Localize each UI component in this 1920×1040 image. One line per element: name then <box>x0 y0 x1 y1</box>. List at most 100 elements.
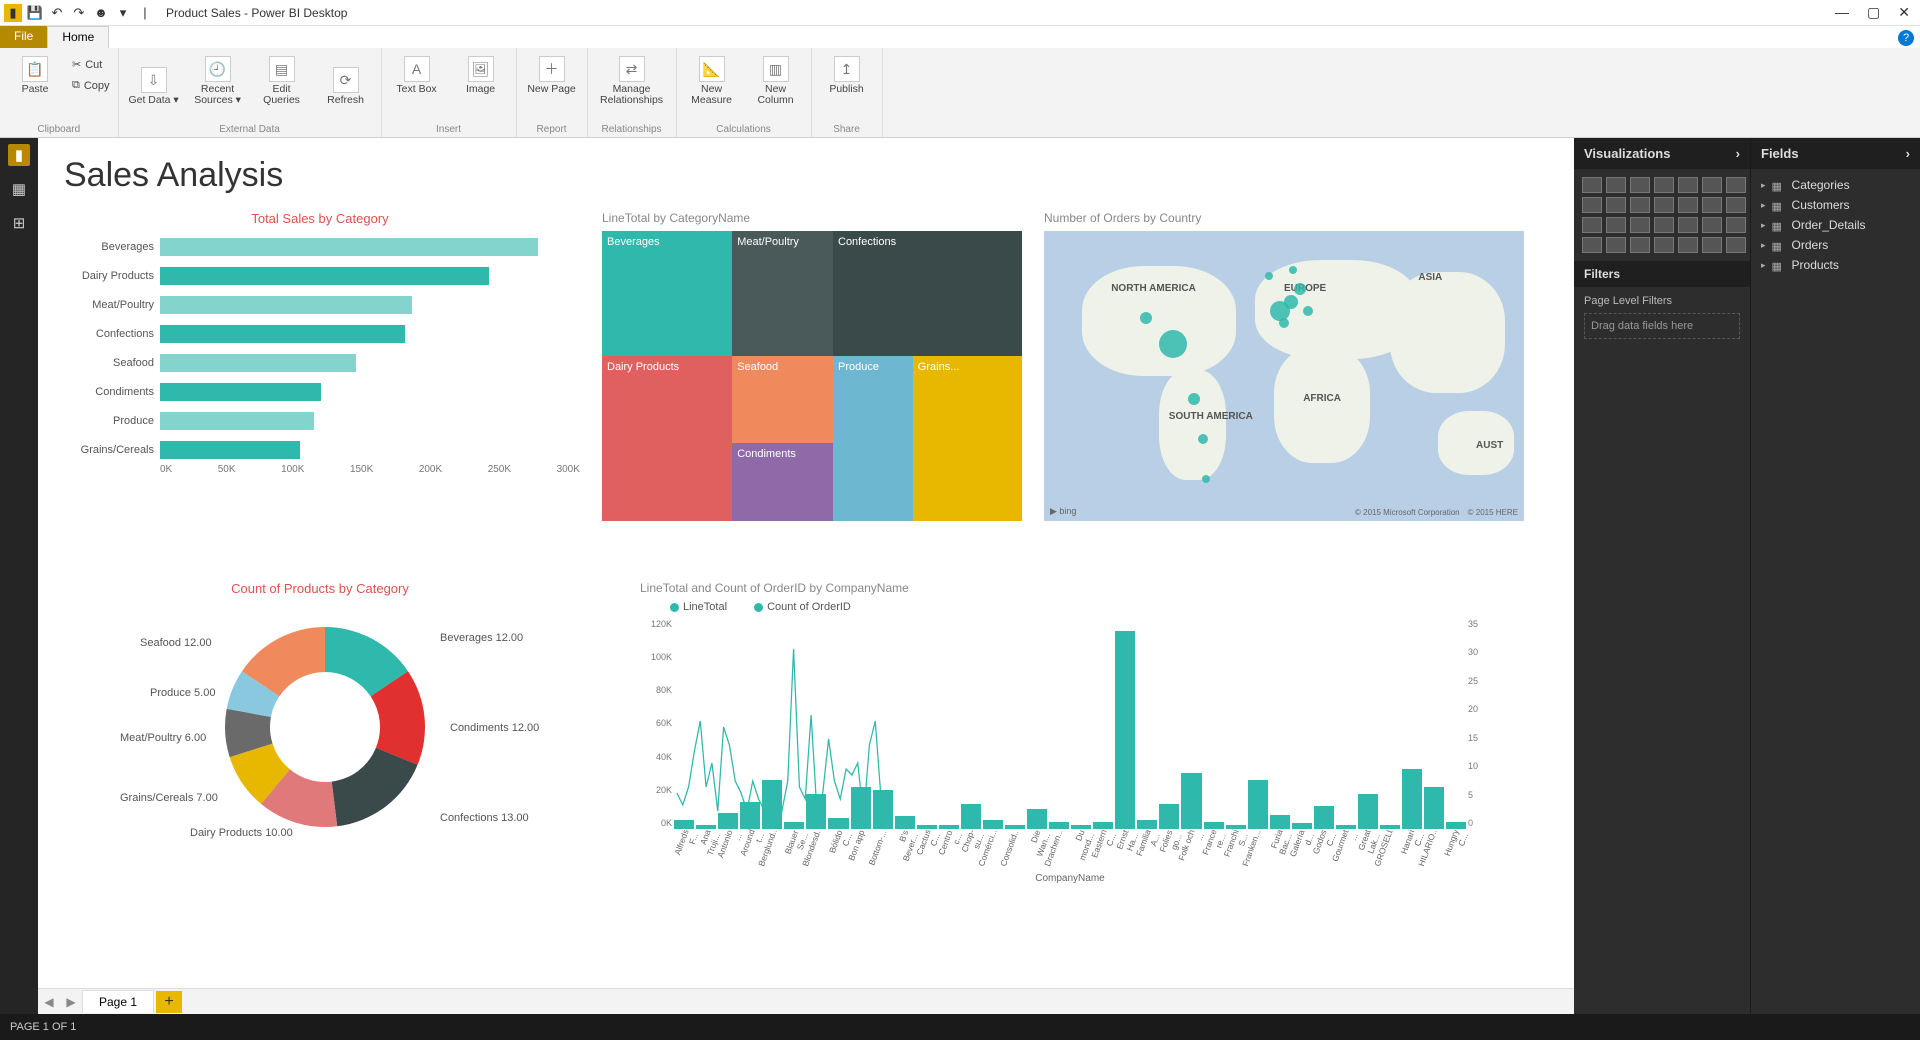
viz-type-icon[interactable] <box>1582 177 1602 193</box>
combo-bar[interactable] <box>1358 794 1378 829</box>
viz-type-icon[interactable] <box>1726 217 1746 233</box>
bar-row[interactable]: Meat/Poultry <box>60 290 580 319</box>
close-button[interactable]: ✕ <box>1898 4 1910 21</box>
combo-bar[interactable] <box>1159 804 1179 829</box>
combo-bar[interactable] <box>1270 815 1290 829</box>
combo-bar[interactable] <box>1181 773 1201 829</box>
bar-row[interactable]: Produce <box>60 406 580 435</box>
tab-home[interactable]: Home <box>47 26 109 48</box>
combo-bar[interactable] <box>1402 769 1422 829</box>
treemap-cell[interactable]: Seafood <box>732 356 833 443</box>
viz-type-icon[interactable] <box>1630 197 1650 213</box>
treemap-cell[interactable]: Dairy Products <box>602 356 732 521</box>
field-table-row[interactable]: ▸Orders <box>1755 235 1916 255</box>
combo-bar[interactable] <box>1115 631 1135 829</box>
viz-type-icon[interactable] <box>1606 237 1626 253</box>
new-measure-button[interactable]: 📐New Measure <box>685 52 739 106</box>
viz-type-icon[interactable] <box>1726 177 1746 193</box>
viz-type-icon[interactable] <box>1582 217 1602 233</box>
combo-bar[interactable] <box>1446 822 1466 829</box>
page-tab-1[interactable]: Page 1 <box>82 990 154 1013</box>
map-body[interactable]: NORTH AMERICA SOUTH AMERICA EUROPE AFRIC… <box>1044 231 1524 521</box>
manage-relationships-button[interactable]: ⇄Manage Relationships <box>596 52 668 106</box>
bar-row[interactable]: Confections <box>60 319 580 348</box>
report-view-icon[interactable]: ▮ <box>8 144 30 166</box>
viz-type-icon[interactable] <box>1702 237 1722 253</box>
text-box-button[interactable]: AText Box <box>390 52 444 95</box>
qat-undo-icon[interactable]: ↶ <box>48 4 66 22</box>
bar-row[interactable]: Seafood <box>60 348 580 377</box>
new-page-button[interactable]: ＋New Page <box>525 52 579 95</box>
edit-queries-button[interactable]: ▤Edit Queries <box>255 52 309 106</box>
copy-button[interactable]: ⧉Copy <box>72 77 110 94</box>
viz-type-icon[interactable] <box>1702 217 1722 233</box>
donut-slice[interactable] <box>332 748 418 826</box>
viz-type-icon[interactable] <box>1582 197 1602 213</box>
viz-type-icon[interactable] <box>1606 217 1626 233</box>
combo-bar[interactable] <box>1292 823 1312 828</box>
fields-header[interactable]: Fields› <box>1751 138 1920 169</box>
image-button[interactable]: 🖼Image <box>454 52 508 95</box>
combo-bar[interactable] <box>1314 806 1334 829</box>
combo-bar[interactable] <box>961 804 981 829</box>
model-view-icon[interactable]: ⊞ <box>8 212 30 234</box>
combo-bar[interactable] <box>1248 780 1268 829</box>
chevron-right-icon[interactable]: › <box>1906 146 1910 161</box>
combo-bar[interactable] <box>1204 822 1224 829</box>
filters-dropzone[interactable]: Drag data fields here <box>1584 313 1740 339</box>
combo-bar[interactable] <box>1071 825 1091 829</box>
report-canvas[interactable]: Sales Analysis Total Sales by Category B… <box>38 138 1574 1014</box>
viz-type-icon[interactable] <box>1702 197 1722 213</box>
treemap-cell[interactable]: Produce <box>833 356 913 521</box>
chevron-right-icon[interactable]: › <box>1736 146 1740 161</box>
combo-bar[interactable] <box>1336 825 1356 829</box>
page-prev-button[interactable]: ◀ <box>38 995 60 1009</box>
field-table-row[interactable]: ▸Customers <box>1755 195 1916 215</box>
viz-type-icon[interactable] <box>1630 177 1650 193</box>
tab-file[interactable]: File <box>0 26 47 48</box>
new-column-button[interactable]: ▥New Column <box>749 52 803 106</box>
publish-button[interactable]: ↥Publish <box>820 52 874 95</box>
field-table-row[interactable]: ▸Products <box>1755 255 1916 275</box>
recent-sources-button[interactable]: 🕘Recent Sources ▾ <box>191 52 245 106</box>
minimize-button[interactable]: — <box>1835 4 1849 21</box>
combo-bar[interactable] <box>1093 822 1113 829</box>
qat-save-icon[interactable]: 💾 <box>26 4 44 22</box>
viz-type-icon[interactable] <box>1726 237 1746 253</box>
treemap-cell[interactable]: Condiments <box>732 443 833 521</box>
viz-total-sales-by-category[interactable]: Total Sales by Category Beverages Dairy … <box>60 211 580 521</box>
viz-donut-products-by-category[interactable]: Count of Products by Category Beverages … <box>60 581 580 941</box>
combo-bar[interactable] <box>1226 825 1246 829</box>
add-page-button[interactable]: + <box>156 991 182 1013</box>
combo-bar[interactable] <box>1380 825 1400 829</box>
treemap-cell[interactable]: Grains... <box>913 356 1022 521</box>
bar-row[interactable]: Beverages <box>60 232 580 261</box>
qat-redo-icon[interactable]: ↷ <box>70 4 88 22</box>
bar-row[interactable]: Dairy Products <box>60 261 580 290</box>
viz-combo-company[interactable]: LineTotal and Count of OrderID by Compan… <box>640 581 1500 941</box>
get-data-button[interactable]: ⇩Get Data ▾ <box>127 52 181 106</box>
viz-type-icon[interactable] <box>1654 177 1674 193</box>
combo-bar[interactable] <box>917 825 937 829</box>
page-next-button[interactable]: ▶ <box>60 995 82 1009</box>
combo-bar[interactable] <box>983 820 1003 829</box>
bar-row[interactable]: Grains/Cereals <box>60 435 580 464</box>
treemap-cell[interactable]: Confections <box>833 231 1022 356</box>
viz-type-icon[interactable] <box>1630 217 1650 233</box>
combo-bar[interactable] <box>1424 787 1444 829</box>
viz-type-icon[interactable] <box>1678 217 1698 233</box>
bar-row[interactable]: Condiments <box>60 377 580 406</box>
viz-map-orders-by-country[interactable]: Number of Orders by Country NORTH AMERIC… <box>1044 211 1524 521</box>
data-view-icon[interactable]: ▦ <box>8 178 30 200</box>
field-table-row[interactable]: ▸Categories <box>1755 175 1916 195</box>
treemap-cell[interactable]: Beverages <box>602 231 732 356</box>
viz-type-icon[interactable] <box>1654 217 1674 233</box>
refresh-button[interactable]: ⟳Refresh <box>319 52 373 106</box>
combo-bar[interactable] <box>895 816 915 828</box>
viz-treemap-linetotal[interactable]: LineTotal by CategoryName BeveragesDairy… <box>602 211 1022 521</box>
qat-smiley-icon[interactable]: ☻ <box>92 4 110 22</box>
combo-bar[interactable] <box>939 825 959 829</box>
viz-type-icon[interactable] <box>1606 177 1626 193</box>
viz-type-icon[interactable] <box>1678 237 1698 253</box>
viz-type-icon[interactable] <box>1678 197 1698 213</box>
